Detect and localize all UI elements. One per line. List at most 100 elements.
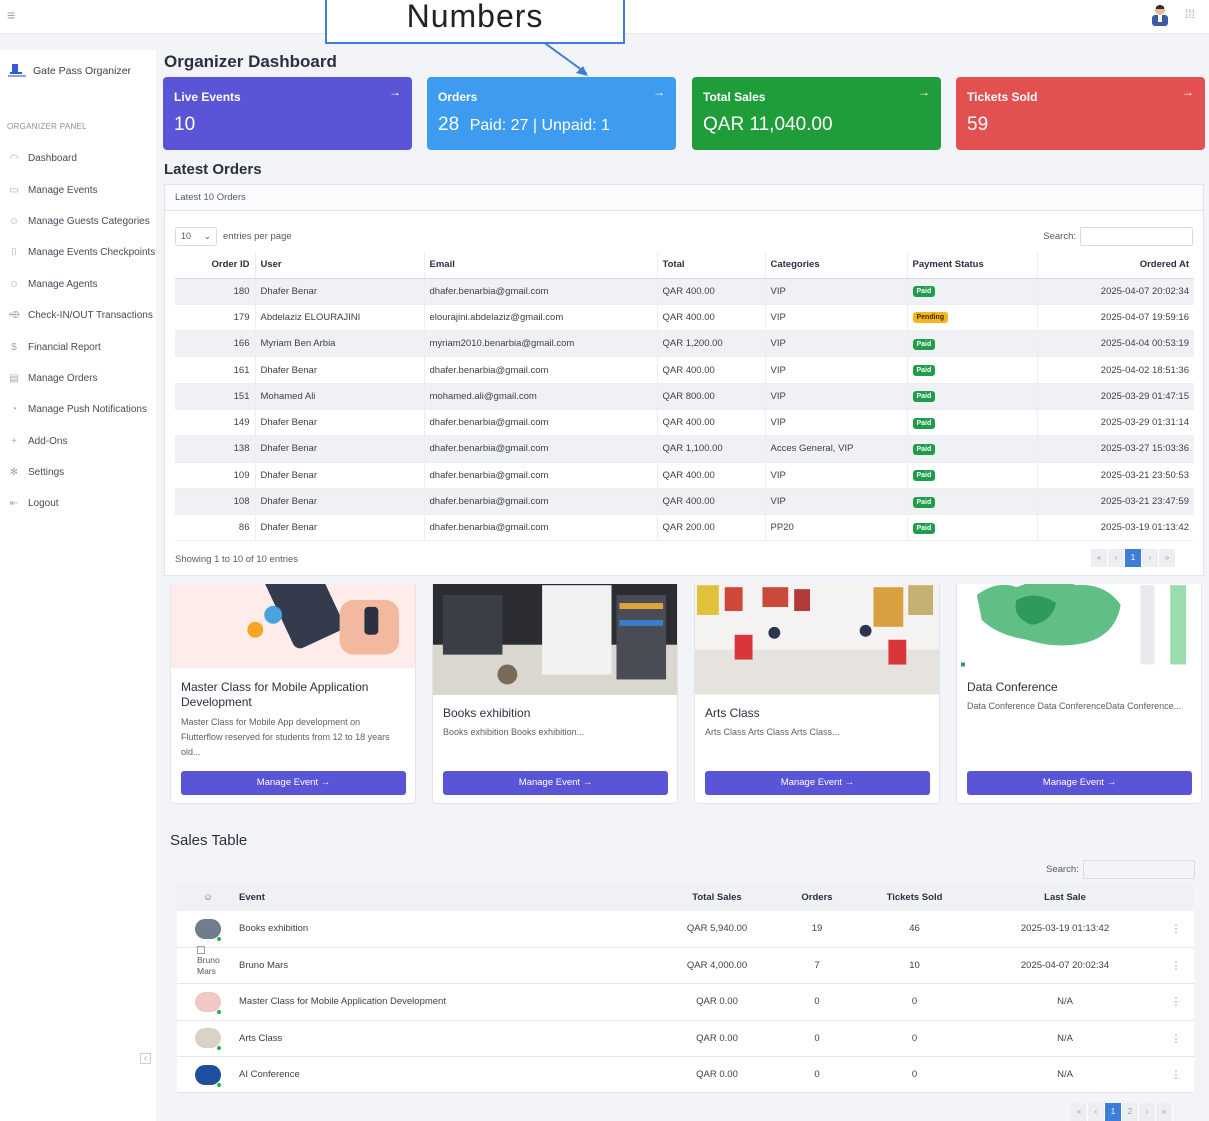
arrow-right-icon[interactable]: → [389, 85, 401, 99]
table-row[interactable]: 108 Dhafer Benar dhafer.benarbia@gmail.com… [175, 488, 1194, 516]
more-options-icon[interactable]: ⋮ [1158, 983, 1194, 1021]
column-header[interactable]: Last Sale [972, 884, 1158, 911]
pagination-button[interactable]: 1 [1105, 1103, 1122, 1121]
column-header[interactable]: Payment Status [907, 252, 1038, 279]
stat-card-total-sales[interactable]: Total Sales QAR 11,040.00 → [692, 77, 941, 150]
tickets-sold-cell: 46 [857, 911, 972, 948]
event-name-cell: Arts Class [239, 1020, 657, 1058]
column-header[interactable]: Order ID [175, 252, 256, 279]
column-header[interactable]: Total [657, 252, 766, 279]
search-input[interactable] [1080, 227, 1193, 246]
sidebar-item-settings[interactable]: ✻ Settings [0, 457, 156, 488]
column-header[interactable]: Orders [777, 884, 857, 911]
table-row[interactable]: 179 Abdelaziz ELOURAJINI elourajini.abdela… [175, 304, 1194, 332]
apps-grid-icon[interactable]: ⁞⁞⁞ [1185, 7, 1195, 21]
ordered-at-cell: 2025-04-07 20:02:34 [1037, 278, 1194, 305]
manage-event-button[interactable]: Manage Event → [705, 771, 930, 795]
card-title: Total Sales [703, 90, 766, 104]
manage-event-button[interactable]: Manage Event → [443, 771, 668, 795]
table-row[interactable]: Arts Class QAR 0.00 0 0 N/A ⋮ [177, 1020, 1194, 1058]
brand[interactable]: Gate Pass Organizer [8, 64, 131, 78]
sidebar-item-push-notifications[interactable]: ◔ Manage Push Notifications [0, 394, 156, 425]
page-length-value: 10 [181, 231, 192, 241]
sidebar-item-manage-orders[interactable]: ▤ Manage Orders [0, 363, 156, 394]
latest-orders-subtitle: Latest 10 Orders [165, 185, 1203, 211]
pagination-button[interactable]: 2 [1122, 1103, 1139, 1121]
sidebar-item-logout[interactable]: ⇤ Logout [0, 488, 156, 519]
column-header[interactable]: Email [424, 252, 658, 279]
user-avatar-icon[interactable] [1150, 4, 1170, 26]
table-row[interactable]: 166 Myriam Ben Arbia myriam2010.benarbia@g… [175, 330, 1194, 358]
card-title: Orders [438, 90, 478, 104]
table-row[interactable]: Bruno Mars Bruno Mars QAR 4,000.00 7 10 2025-… [177, 945, 1194, 985]
table-row[interactable]: AI Conference QAR 0.00 0 0 N/A ⋮ [177, 1056, 1194, 1094]
sidebar-item-label: Dashboard [28, 153, 77, 165]
table-row[interactable]: 151 Mohamed Ali mohamed.ali@gmail.com QAR 8… [175, 383, 1194, 410]
page-length-control: 10 ⌄ entries per page [175, 227, 292, 246]
column-header[interactable]: Ordered At [1037, 252, 1194, 279]
pagination-button[interactable]: » [1159, 549, 1176, 567]
sidebar-item-checkin-transactions[interactable]: ⬲ Check-IN/OUT Transactions [0, 300, 156, 331]
table-row[interactable]: 149 Dhafer Benar dhafer.benarbia@gmail.com… [175, 409, 1194, 437]
manage-event-button[interactable]: Manage Event → [181, 771, 406, 795]
tickets-sold-cell: 0 [857, 983, 972, 1021]
column-header[interactable]: Categories [765, 252, 908, 279]
pagination-button[interactable]: ‹ [1108, 549, 1125, 567]
pagination-button[interactable]: 1 [1125, 549, 1142, 567]
manage-event-button[interactable]: Manage Event → [967, 771, 1192, 795]
ordered-at-cell: 2025-03-27 15:03:36 [1037, 435, 1194, 463]
more-options-icon[interactable]: ⋮ [1158, 1056, 1194, 1094]
orders-pagination: «‹ 1 ›» [1091, 549, 1176, 567]
sidebar-nav: ◠ Dashboard ▭ Manage Events ☺ Manage Guests… [0, 143, 156, 520]
search-input[interactable] [1082, 860, 1195, 879]
total-cell: QAR 400.00 [657, 278, 766, 305]
more-options-icon[interactable]: ⋮ [1158, 911, 1194, 948]
pagination-button[interactable]: ‹ [1088, 1103, 1105, 1121]
order-id-cell: 180 [175, 278, 256, 305]
sidebar-item-events-checkpoints[interactable]: ⌷ Manage Events Checkpoints [0, 237, 156, 268]
page-length-select[interactable]: 10 ⌄ [175, 227, 217, 246]
total-sales-cell: QAR 5,940.00 [657, 911, 777, 948]
more-options-icon[interactable]: ⋮ [1158, 1020, 1194, 1058]
pagination-button[interactable]: › [1139, 1103, 1156, 1121]
collapse-sidebar-icon[interactable]: ‹ [140, 1053, 151, 1064]
stat-card-live-events[interactable]: Live Events 10 → [163, 77, 412, 150]
table-row[interactable]: 109 Dhafer Benar dhafer.benarbia@gmail.com… [175, 462, 1194, 489]
table-row[interactable]: Books exhibition QAR 5,940.00 19 46 2025-03-… [177, 911, 1194, 948]
pagination-button[interactable]: « [1071, 1103, 1088, 1121]
sidebar-item-dashboard[interactable]: ◠ Dashboard [0, 143, 156, 174]
orders-cell: 19 [777, 911, 857, 948]
sidebar-item-manage-agents[interactable]: ☺ Manage Agents [0, 269, 156, 300]
annotation-callout: Numbers [325, 0, 625, 44]
card-value: 10 [174, 114, 196, 135]
arrow-right-icon[interactable]: → [653, 85, 665, 99]
sidebar-item-manage-events[interactable]: ▭ Manage Events [0, 174, 156, 205]
arrow-right-icon[interactable]: → [1182, 85, 1194, 99]
status-badge: Paid [912, 522, 936, 534]
table-row[interactable]: 86 Dhafer Benar dhafer.benarbia@gmail.com Q… [175, 514, 1194, 542]
hamburger-menu-icon[interactable]: ≡ [7, 7, 15, 23]
user-cell: Dhafer Benar [255, 278, 425, 305]
pagination-button[interactable]: » [1156, 1103, 1173, 1121]
ordered-at-cell: 2025-03-21 23:47:59 [1037, 488, 1194, 516]
sidebar-item-add-ons[interactable]: + Add-Ons [0, 426, 156, 457]
column-header[interactable]: Tickets Sold [857, 884, 972, 911]
sidebar-item-guests-categories[interactable]: ☺ Manage Guests Categories [0, 206, 156, 237]
arrow-right-icon[interactable]: → [918, 85, 930, 99]
column-header[interactable]: Event [239, 884, 657, 911]
event-card: Master Class for Mobile Application Deve… [170, 584, 416, 804]
sidebar-item-financial-report[interactable]: $ Financial Report [0, 331, 156, 362]
pagination-button[interactable]: › [1142, 549, 1159, 567]
more-options-icon[interactable]: ⋮ [1158, 947, 1194, 985]
table-row[interactable]: 180 Dhafer Benar dhafer.benarbia@gmail.com… [175, 278, 1194, 305]
table-row[interactable]: Master Class for Mobile Application Deve… [177, 983, 1194, 1021]
pagination-button[interactable]: « [1091, 549, 1108, 567]
stat-card-tickets-sold[interactable]: Tickets Sold 59 → [956, 77, 1205, 150]
column-header[interactable]: Total Sales [657, 884, 777, 911]
table-row[interactable]: 161 Dhafer Benar dhafer.benarbia@gmail.com… [175, 356, 1194, 384]
table-row[interactable]: 138 Dhafer Benar dhafer.benarbia@gmail.com… [175, 435, 1194, 463]
stat-card-orders[interactable]: Orders 28 Paid: 27 | Unpaid: 1 → [427, 77, 676, 150]
callout-text: Numbers [406, 0, 544, 34]
column-header[interactable]: User [255, 252, 425, 279]
user-cell: Mohamed Ali [255, 383, 425, 410]
